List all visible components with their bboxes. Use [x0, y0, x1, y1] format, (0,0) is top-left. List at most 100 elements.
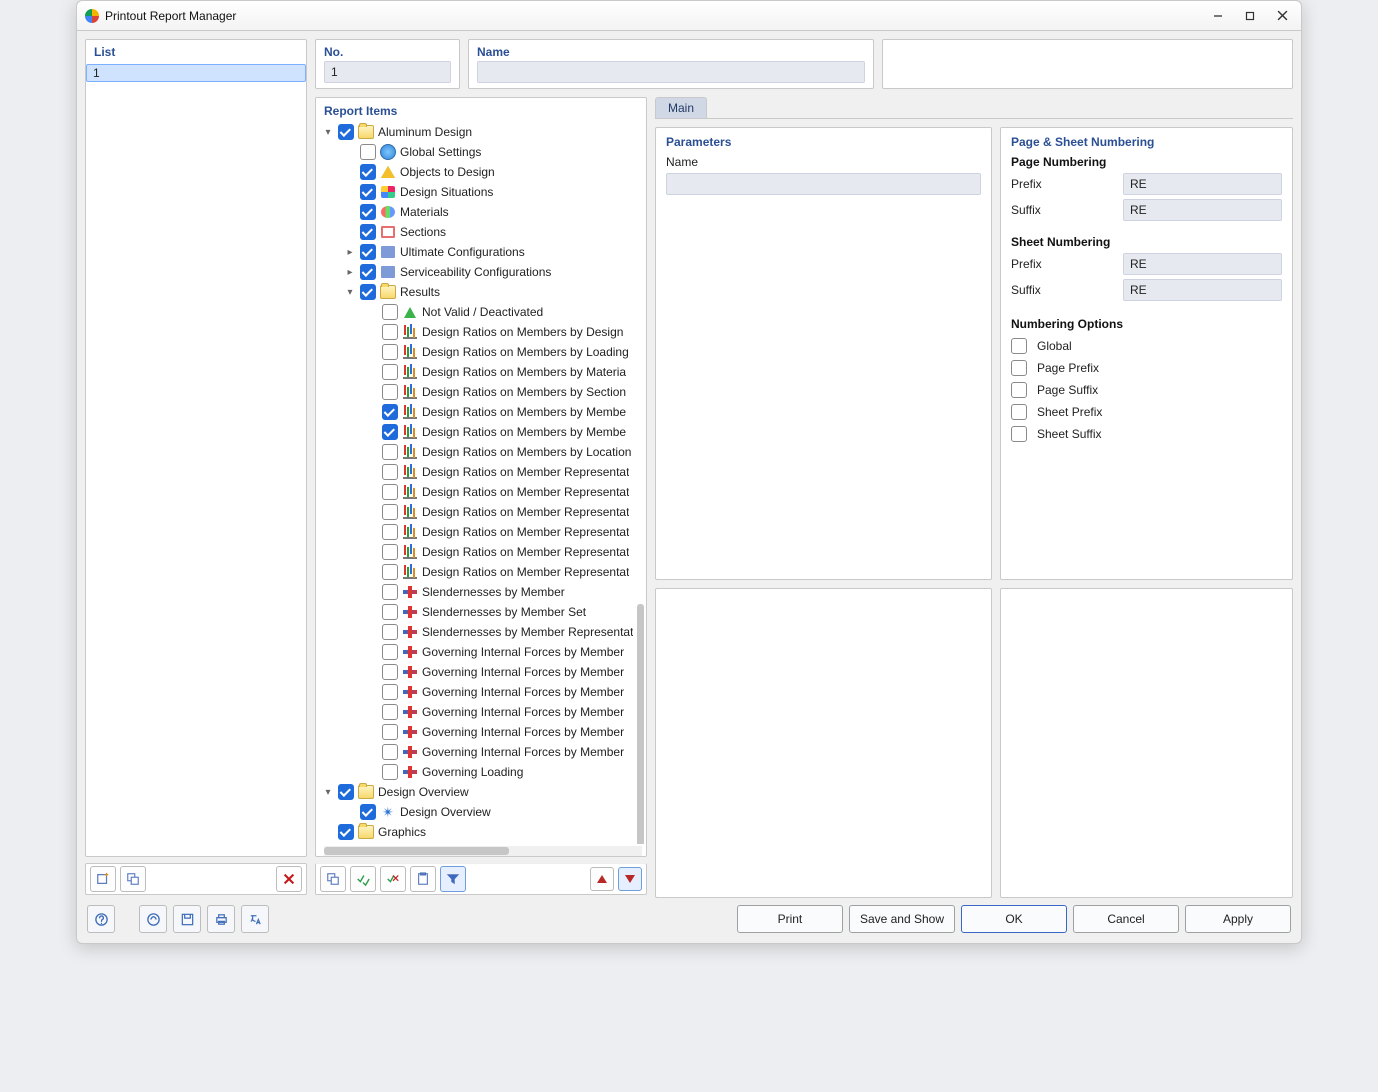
tree-row[interactable]: ▾Results — [318, 282, 644, 302]
numbering-option[interactable]: Page Prefix — [1011, 357, 1282, 379]
tree-checkbox[interactable] — [382, 444, 398, 460]
tree-checkbox[interactable] — [382, 384, 398, 400]
tree-checkbox[interactable] — [382, 544, 398, 560]
tab-main[interactable]: Main — [655, 97, 707, 118]
move-down-button[interactable] — [618, 867, 642, 891]
tree-row[interactable]: ▾Design Overview — [318, 782, 644, 802]
tree-row[interactable]: Slendernesses by Member Set — [318, 602, 644, 622]
tree-caret[interactable]: ▾ — [322, 787, 334, 798]
tree-row[interactable]: Governing Loading — [318, 762, 644, 782]
tree-row[interactable]: Global Settings — [318, 142, 644, 162]
tree-caret[interactable]: ▾ — [322, 127, 334, 138]
tree-row[interactable]: Design Ratios on Members by Materia — [318, 362, 644, 382]
tree-row[interactable]: Objects to Design — [318, 162, 644, 182]
tree-row[interactable]: Governing Internal Forces by Member — [318, 642, 644, 662]
tree-row[interactable]: Governing Internal Forces by Member — [318, 742, 644, 762]
tree-row[interactable]: Not Valid / Deactivated — [318, 302, 644, 322]
tree-row[interactable]: Slendernesses by Member — [318, 582, 644, 602]
tree-row[interactable]: ▸Ultimate Configurations — [318, 242, 644, 262]
save-template-button[interactable] — [173, 905, 201, 933]
page-suffix-field[interactable]: RE — [1123, 199, 1282, 221]
tree-row[interactable]: Design Ratios on Member Representat — [318, 502, 644, 522]
tree-checkbox[interactable] — [382, 704, 398, 720]
cancel-button[interactable]: Cancel — [1073, 905, 1179, 933]
move-up-button[interactable] — [590, 867, 614, 891]
tree-checkbox[interactable] — [382, 684, 398, 700]
tree-checkbox[interactable] — [338, 824, 354, 840]
tree-checkbox[interactable] — [382, 404, 398, 420]
print-button[interactable]: Print — [737, 905, 843, 933]
tree-checkbox[interactable] — [360, 264, 376, 280]
tree-scrollbar-thumb[interactable] — [637, 604, 644, 844]
tree-checkbox[interactable] — [360, 284, 376, 300]
tree-checkbox[interactable] — [382, 664, 398, 680]
tree-checkbox[interactable] — [338, 124, 354, 140]
numbering-option[interactable]: Global — [1011, 335, 1282, 357]
tree-checkbox[interactable] — [382, 464, 398, 480]
tree-checkbox[interactable] — [382, 504, 398, 520]
tree-checkbox[interactable] — [382, 604, 398, 620]
tree-uncheck-all-button[interactable] — [380, 866, 406, 892]
tree-checkbox[interactable] — [360, 164, 376, 180]
new-report-button[interactable] — [90, 866, 116, 892]
minimize-button[interactable] — [1203, 5, 1233, 27]
tree-checkbox[interactable] — [360, 184, 376, 200]
tree-row[interactable]: Governing Internal Forces by Member — [318, 682, 644, 702]
apply-button[interactable]: Apply — [1185, 905, 1291, 933]
tree-row[interactable]: Design Ratios on Members by Membe — [318, 422, 644, 442]
tree-row[interactable]: Governing Internal Forces by Member — [318, 722, 644, 742]
tree-checkbox[interactable] — [382, 304, 398, 320]
tree-checkbox[interactable] — [382, 484, 398, 500]
copy-report-button[interactable] — [120, 866, 146, 892]
tree-row[interactable]: Design Ratios on Members by Loading — [318, 342, 644, 362]
page-prefix-field[interactable]: RE — [1123, 173, 1282, 195]
report-items-tree[interactable]: ▾Aluminum DesignGlobal SettingsObjects t… — [316, 120, 646, 844]
tree-row[interactable]: ▸Serviceability Configurations — [318, 262, 644, 282]
list-item[interactable]: 1 — [86, 64, 306, 82]
help-button[interactable] — [87, 905, 115, 933]
close-button[interactable] — [1267, 5, 1297, 27]
tree-checkbox[interactable] — [382, 644, 398, 660]
attach-button[interactable] — [139, 905, 167, 933]
tree-row[interactable]: Design Ratios on Members by Design — [318, 322, 644, 342]
option-checkbox[interactable] — [1011, 426, 1027, 442]
tree-checkbox[interactable] — [382, 724, 398, 740]
tree-row[interactable]: Design Ratios on Members by Location — [318, 442, 644, 462]
tree-checkbox[interactable] — [360, 224, 376, 240]
tree-checkbox[interactable] — [382, 424, 398, 440]
tree-checkbox[interactable] — [338, 784, 354, 800]
tree-checkbox[interactable] — [382, 344, 398, 360]
option-checkbox[interactable] — [1011, 360, 1027, 376]
tree-caret[interactable]: ▾ — [344, 287, 356, 298]
tree-checkbox[interactable] — [382, 364, 398, 380]
tree-row[interactable]: Governing Internal Forces by Member — [318, 662, 644, 682]
delete-report-button[interactable] — [276, 866, 302, 892]
tree-row[interactable]: Design Ratios on Member Representat — [318, 462, 644, 482]
language-button[interactable] — [241, 905, 269, 933]
tree-checkbox[interactable] — [382, 584, 398, 600]
tree-row[interactable]: Design Situations — [318, 182, 644, 202]
tree-checkbox[interactable] — [360, 244, 376, 260]
tree-checkbox[interactable] — [360, 804, 376, 820]
tree-row[interactable]: Design Ratios on Members by Section — [318, 382, 644, 402]
parameters-name-field[interactable] — [666, 173, 981, 195]
tree-checkbox[interactable] — [382, 764, 398, 780]
tree-row[interactable]: Design Ratios on Member Representat — [318, 562, 644, 582]
tree-row[interactable]: Design Ratios on Members by Membe — [318, 402, 644, 422]
tree-row[interactable]: Slendernesses by Member Representat — [318, 622, 644, 642]
report-list[interactable]: 1 — [86, 64, 306, 856]
print-footer-button[interactable] — [207, 905, 235, 933]
tree-checkbox[interactable] — [382, 744, 398, 760]
tree-row[interactable]: ▾Aluminum Design — [318, 122, 644, 142]
no-field[interactable]: 1 — [324, 61, 451, 83]
ok-button[interactable]: OK — [961, 905, 1067, 933]
sheet-prefix-field[interactable]: RE — [1123, 253, 1282, 275]
tree-row[interactable]: Governing Internal Forces by Member — [318, 702, 644, 722]
tree-copy-button[interactable] — [320, 866, 346, 892]
sheet-suffix-field[interactable]: RE — [1123, 279, 1282, 301]
tree-row[interactable]: Materials — [318, 202, 644, 222]
tree-row[interactable]: Design Ratios on Member Representat — [318, 522, 644, 542]
tree-checkbox[interactable] — [360, 144, 376, 160]
save-and-show-button[interactable]: Save and Show — [849, 905, 955, 933]
tree-caret[interactable]: ▸ — [344, 267, 356, 278]
